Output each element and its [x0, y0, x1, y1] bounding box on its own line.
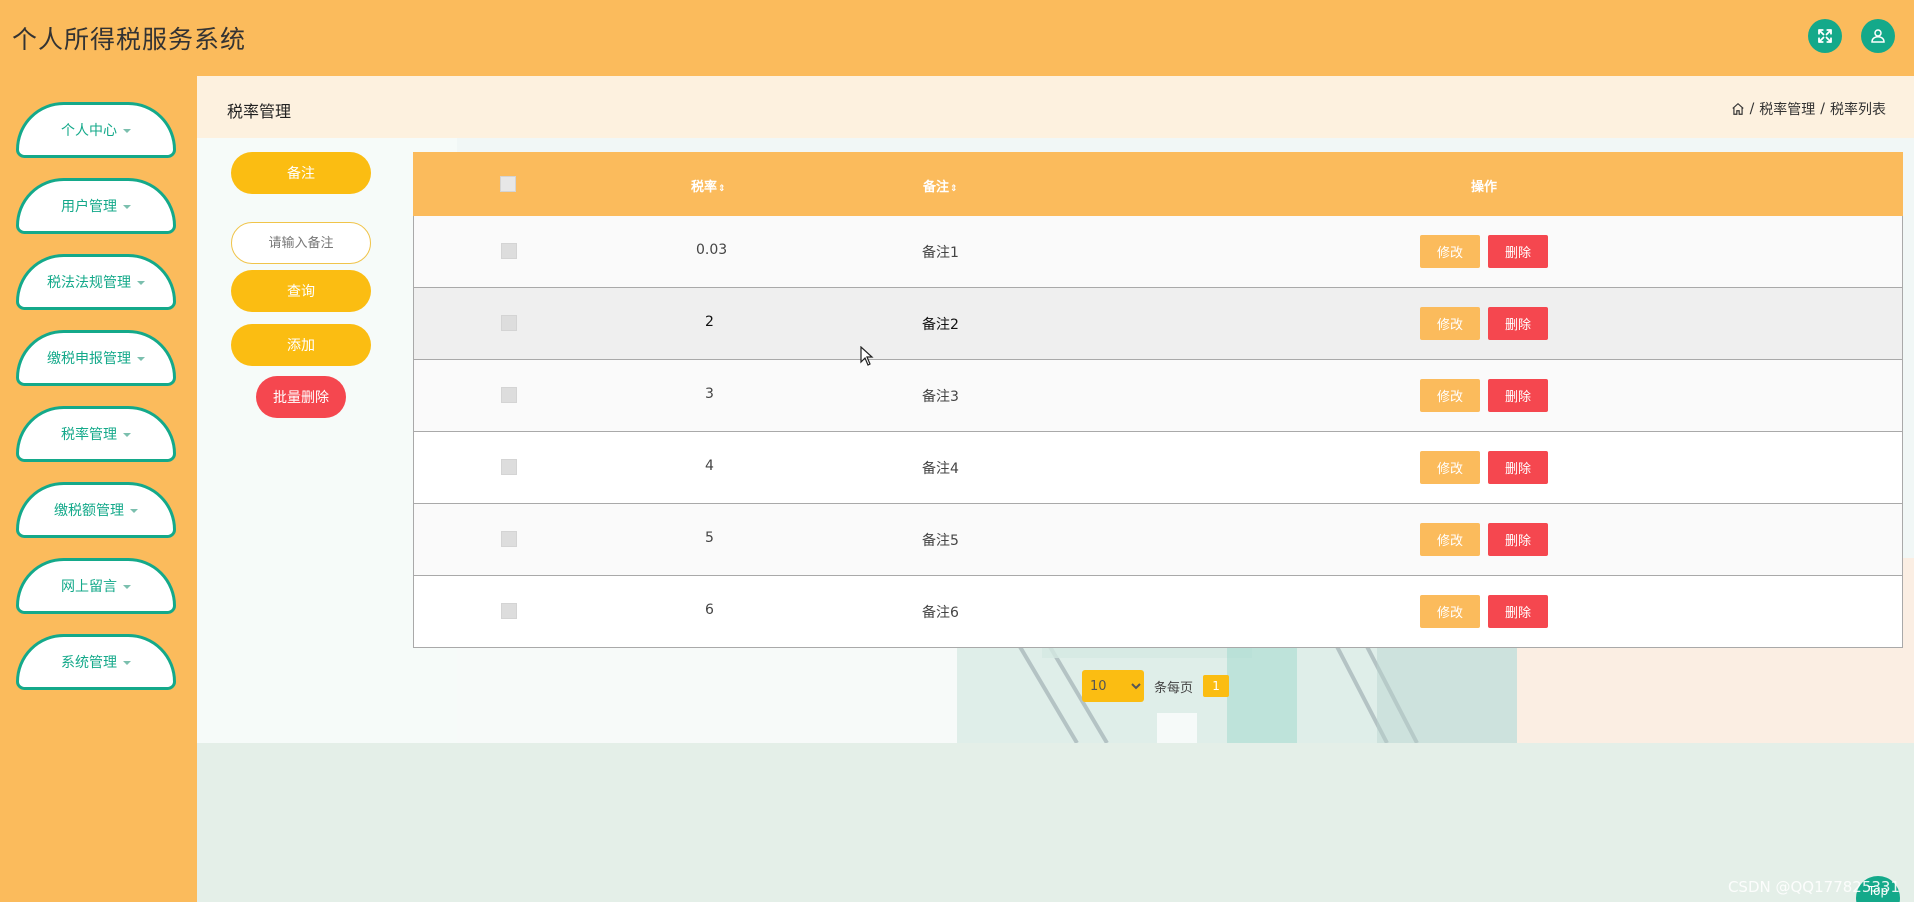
sidebar-item-label: 网上留言 [61, 579, 117, 595]
main-area: 税率管理 / 税率管理 / 税率列表 备注 查 [197, 76, 1914, 902]
table-row: 5 备注5 修改 删除 [413, 504, 1903, 576]
delete-button[interactable]: 删除 [1488, 307, 1548, 340]
rate-cell: 2 [705, 314, 714, 330]
delete-button[interactable]: 删除 [1488, 451, 1548, 484]
caret-down-icon [123, 129, 131, 133]
column-header-rate[interactable]: 税率⇕ [691, 176, 726, 195]
rate-cell: 6 [705, 602, 714, 618]
caret-down-icon [123, 661, 131, 665]
tax-rate-table: 税率⇕ 备注⇕ 操作 0.03 备注1 修改 删除 2 备注2 修改 删除 3 [413, 152, 1903, 648]
table-row: 2 备注2 修改 删除 [413, 288, 1903, 360]
row-checkbox[interactable] [501, 459, 517, 475]
delete-button[interactable]: 删除 [1488, 235, 1548, 268]
mouse-cursor-icon [860, 346, 874, 366]
note-search-input[interactable] [231, 222, 371, 264]
caret-down-icon [123, 433, 131, 437]
table-row: 4 备注4 修改 删除 [413, 432, 1903, 504]
table-row: 0.03 备注1 修改 删除 [413, 216, 1903, 288]
row-checkbox[interactable] [501, 243, 517, 259]
row-checkbox[interactable] [501, 531, 517, 547]
edit-button[interactable]: 修改 [1420, 451, 1480, 484]
lower-background [197, 743, 1914, 902]
top-bar: 个人所得税服务系统 [0, 0, 1914, 76]
delete-button[interactable]: 删除 [1488, 523, 1548, 556]
sidebar-item-tax-amount[interactable]: 缴税额管理 [16, 482, 176, 538]
breadcrumb: 税率管理 / 税率管理 / 税率列表 [197, 76, 1914, 138]
sidebar-item-online-message[interactable]: 网上留言 [16, 558, 176, 614]
breadcrumb-level2: 税率列表 [1830, 102, 1886, 118]
page-title: 税率管理 [227, 102, 292, 121]
sidebar-item-tax-declaration[interactable]: 缴税申报管理 [16, 330, 176, 386]
sidebar-item-tax-rate[interactable]: 税率管理 [16, 406, 176, 462]
breadcrumb-level1[interactable]: 税率管理 [1759, 99, 1815, 119]
table-row: 3 备注3 修改 删除 [413, 360, 1903, 432]
expand-arrows-icon [1818, 29, 1832, 43]
row-checkbox[interactable] [501, 603, 517, 619]
edit-button[interactable]: 修改 [1420, 595, 1480, 628]
rate-cell: 3 [705, 386, 714, 402]
sidebar-item-tax-law[interactable]: 税法法规管理 [16, 254, 176, 310]
caret-down-icon [137, 357, 145, 361]
breadcrumb-path: / 税率管理 / 税率列表 [1731, 99, 1886, 119]
page-size-select[interactable]: 10 [1082, 670, 1144, 702]
caret-down-icon [130, 509, 138, 513]
note-cell: 备注1 [922, 245, 959, 261]
table-row: 6 备注6 修改 删除 [413, 576, 1903, 648]
user-button[interactable] [1861, 19, 1895, 53]
home-icon[interactable] [1731, 102, 1745, 116]
watermark: CSDN @QQ177825331 [1727, 878, 1900, 896]
rate-cell: 0.03 [696, 242, 728, 258]
note-cell: 备注2 [922, 317, 959, 333]
note-cell: 备注5 [922, 533, 959, 549]
add-button[interactable]: 添加 [231, 324, 371, 366]
sidebar-item-label: 税率管理 [61, 427, 117, 443]
select-all-checkbox[interactable] [500, 176, 516, 192]
sidebar-item-label: 个人中心 [61, 123, 117, 139]
note-cell: 备注4 [922, 461, 959, 477]
sidebar-item-label: 税法法规管理 [47, 275, 131, 291]
sidebar-item-label: 系统管理 [61, 655, 117, 671]
pagination: 10 条每页 1 [1082, 670, 1230, 702]
batch-delete-button[interactable]: 批量删除 [256, 376, 346, 418]
content-area: 备注 查询 添加 批量删除 税率⇕ 备注⇕ 操作 0.03 备注1 修改 删除 [197, 138, 1914, 743]
sidebar-item-label: 缴税额管理 [54, 503, 124, 519]
sort-icon[interactable]: ⇕ [950, 184, 958, 194]
column-header-actions: 操作 [1471, 180, 1498, 195]
edit-button[interactable]: 修改 [1420, 523, 1480, 556]
edit-button[interactable]: 修改 [1420, 235, 1480, 268]
sidebar: 个人中心 用户管理 税法法规管理 缴税申报管理 税率管理 缴税额管理 网上留言 … [0, 76, 196, 902]
edit-button[interactable]: 修改 [1420, 307, 1480, 340]
caret-down-icon [123, 585, 131, 589]
rate-cell: 4 [705, 458, 714, 474]
sort-icon[interactable]: ⇕ [718, 184, 726, 194]
query-button[interactable]: 查询 [231, 270, 371, 312]
delete-button[interactable]: 删除 [1488, 379, 1548, 412]
column-header-rate-label: 税率 [691, 180, 718, 195]
row-checkbox[interactable] [501, 315, 517, 331]
edit-button[interactable]: 修改 [1420, 379, 1480, 412]
breadcrumb-separator: / [1820, 101, 1825, 117]
column-header-note[interactable]: 备注⇕ [923, 176, 958, 195]
sidebar-item-system-management[interactable]: 系统管理 [16, 634, 176, 690]
caret-down-icon [123, 205, 131, 209]
note-field-label: 备注 [231, 152, 371, 194]
per-page-label: 条每页 [1154, 680, 1194, 696]
page-number-button[interactable]: 1 [1203, 675, 1230, 697]
caret-down-icon [137, 281, 145, 285]
delete-button[interactable]: 删除 [1488, 595, 1548, 628]
sidebar-item-user-management[interactable]: 用户管理 [16, 178, 176, 234]
breadcrumb-separator: / [1749, 101, 1755, 117]
column-header-note-label: 备注 [923, 180, 950, 195]
note-cell: 备注6 [922, 605, 959, 621]
row-checkbox[interactable] [501, 387, 517, 403]
note-cell: 备注3 [922, 389, 959, 405]
sidebar-item-personal-center[interactable]: 个人中心 [16, 102, 176, 158]
user-icon [1871, 29, 1885, 43]
fullscreen-button[interactable] [1808, 19, 1842, 53]
sidebar-item-label: 用户管理 [61, 199, 117, 215]
table-header: 税率⇕ 备注⇕ 操作 [413, 152, 1903, 216]
rate-cell: 5 [705, 530, 714, 546]
app-title: 个人所得税服务系统 [12, 25, 247, 54]
sidebar-item-label: 缴税申报管理 [47, 351, 131, 367]
